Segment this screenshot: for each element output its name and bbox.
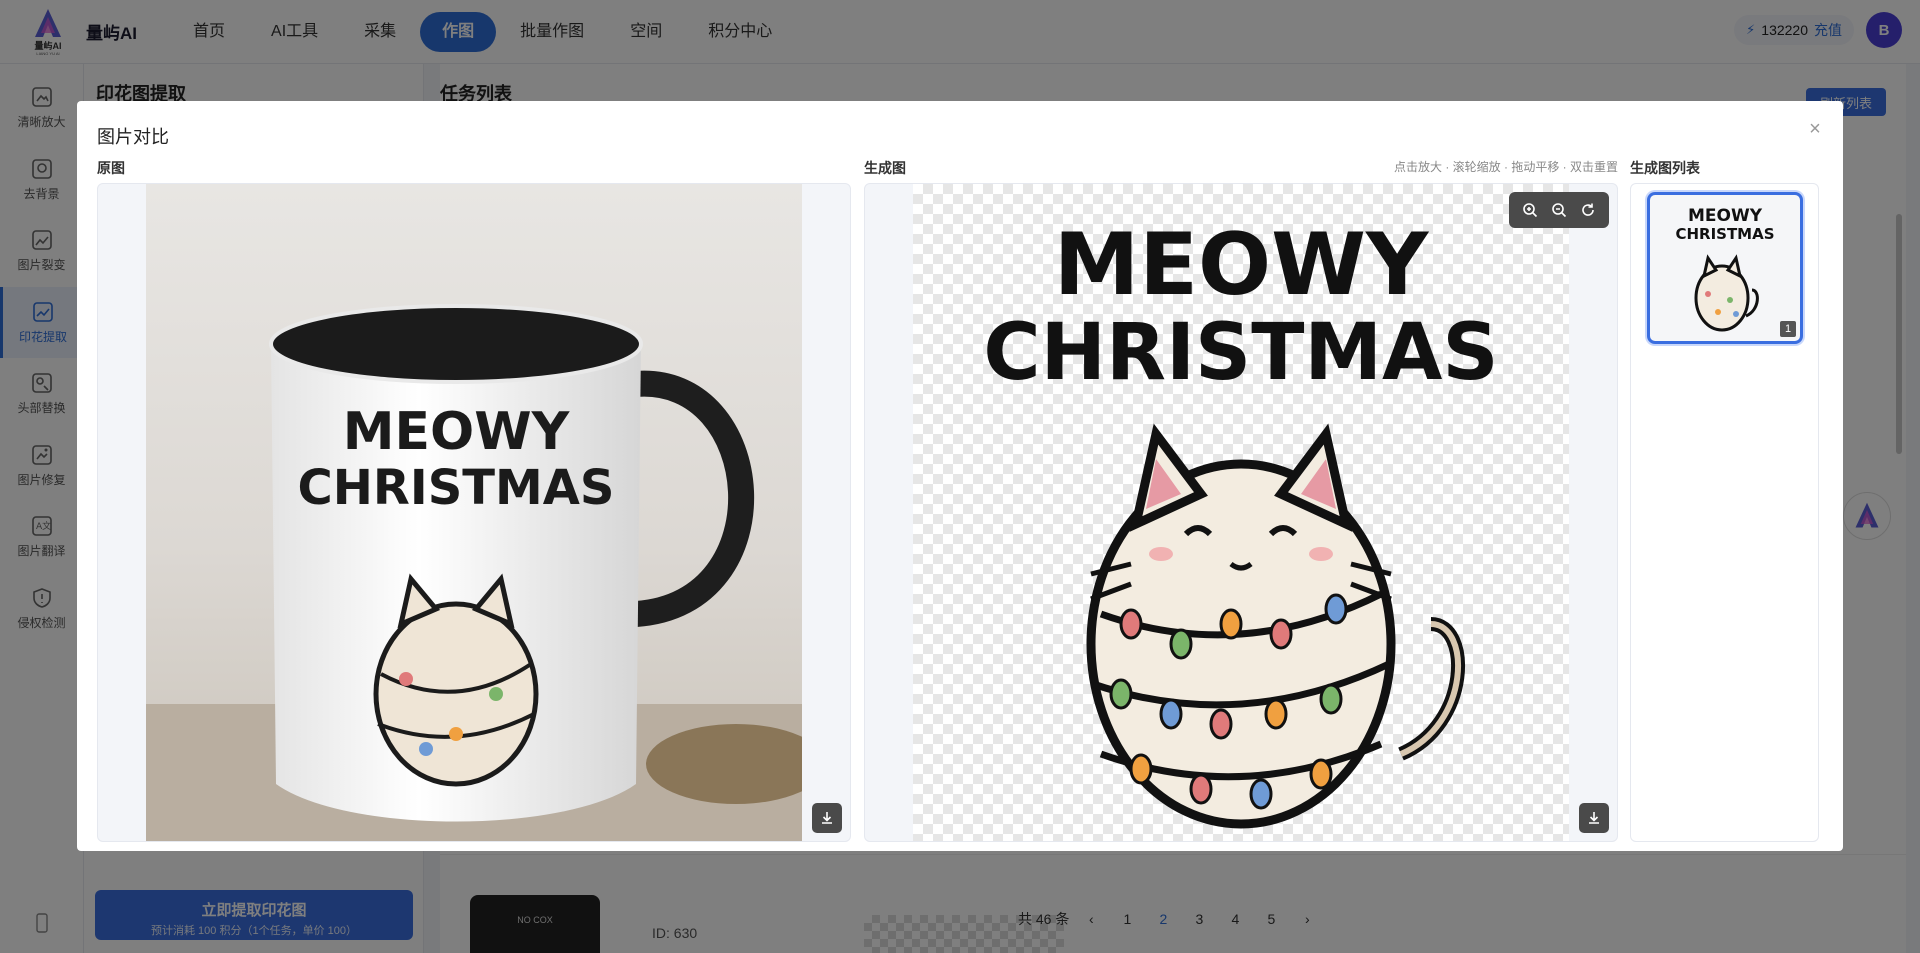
- download-icon: [822, 812, 832, 824]
- mug-print-line1: MEOWY: [343, 402, 571, 462]
- thumbnail-illustration: MEOWY CHRISTMAS: [1675, 206, 1775, 332]
- generated-list-pane: MEOWY CHRISTMAS 1: [1630, 183, 1819, 842]
- zoom-in-icon[interactable]: [1518, 198, 1542, 222]
- generated-image-pane[interactable]: MEOWY CHRISTMAS: [864, 183, 1618, 842]
- mug-print-line2: CHRISTMAS: [297, 460, 614, 516]
- download-original-button[interactable]: [812, 803, 842, 833]
- download-generated-button[interactable]: [1579, 803, 1609, 833]
- close-icon[interactable]: ×: [1805, 119, 1825, 139]
- image-compare-modal: 图片对比 × 原图 生成图 点击放大 · 滚轮缩放 · 拖动平移 · 双击重置 …: [77, 101, 1843, 851]
- download-icon: [1589, 812, 1599, 824]
- print-line1: MEOWY: [1054, 215, 1430, 315]
- print-line2: CHRISTMAS: [983, 308, 1498, 398]
- generated-label: 生成图: [864, 160, 906, 176]
- generated-image[interactable]: MEOWY CHRISTMAS: [913, 184, 1569, 841]
- zoom-toolbar: [1509, 192, 1609, 228]
- mug-illustration: MEOWY CHRISTMAS: [146, 304, 802, 841]
- generated-list-label: 生成图列表: [1630, 160, 1700, 176]
- original-image-pane[interactable]: MEOWY CHRISTMAS: [97, 183, 851, 842]
- reset-zoom-icon[interactable]: [1576, 198, 1600, 222]
- modal-title: 图片对比: [97, 127, 169, 147]
- thumbnail-index-badge: 1: [1780, 321, 1796, 337]
- generated-thumbnail[interactable]: MEOWY CHRISTMAS 1: [1647, 192, 1803, 344]
- original-label: 原图: [97, 160, 125, 176]
- original-photo[interactable]: MEOWY CHRISTMAS: [146, 184, 802, 841]
- thumb-line2: CHRISTMAS: [1675, 225, 1774, 243]
- thumb-line1: MEOWY: [1688, 206, 1763, 226]
- zoom-out-icon[interactable]: [1547, 198, 1571, 222]
- cat-print-illustration: MEOWY CHRISTMAS: [983, 215, 1499, 829]
- interaction-hint: 点击放大 · 滚轮缩放 · 拖动平移 · 双击重置: [1394, 160, 1618, 174]
